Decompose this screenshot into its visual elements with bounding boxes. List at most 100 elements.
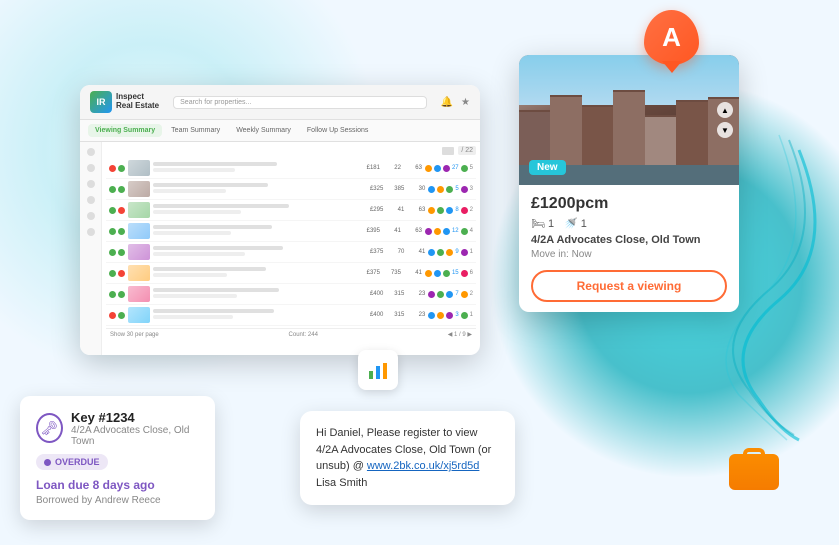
row-num-21: 23: [407, 291, 425, 297]
row-num-11: 41: [383, 228, 401, 234]
property-info: £1200pcm 🛏 1 🚿 1 4/2A Advocates Close, O…: [519, 185, 739, 312]
crm-body: / 22 £181 22 63: [80, 142, 480, 355]
crm-pagination: Show 30 per page Count: 244 ◀ 1 / 9 ▶: [106, 328, 476, 340]
key-location: 4/2A Advocates Close, Old Town: [71, 425, 199, 447]
borrowed-by: Andrew Reece: [95, 495, 161, 506]
row-num-10: £395: [362, 228, 380, 234]
table-row: £325 385 30 5 3: [106, 179, 476, 200]
key-card-title-block: Key #1234 4/2A Advocates Close, Old Town: [71, 410, 199, 447]
row-text-6: [153, 267, 359, 279]
sms-link[interactable]: www.2bk.co.uk/xj5rd5d: [367, 460, 480, 472]
table-row: £400 315 23 7 2: [106, 284, 476, 305]
crm-logo-icon: IR: [90, 91, 112, 113]
sidebar-dot-1: [87, 148, 95, 156]
stats-icon: [358, 350, 398, 390]
row-num-6: 30: [407, 186, 425, 192]
crm-titlebar: IR InspectReal Estate Search for propert…: [80, 85, 480, 120]
property-image: New ▲ ▼: [519, 55, 739, 185]
row-num-17: 735: [383, 270, 401, 276]
property-movein: Move in: Now: [531, 249, 727, 260]
bath-number: 1: [581, 218, 587, 230]
tab-viewing-summary[interactable]: Viewing Summary: [88, 124, 162, 137]
row-num-2: 22: [383, 165, 401, 171]
overdue-label: OVERDUE: [55, 457, 100, 467]
sms-sender: Lisa Smith: [316, 477, 367, 489]
row-text-8: [153, 309, 362, 321]
table-row: £181 22 63 27 5: [106, 158, 476, 179]
bath-icon: 🚿: [564, 217, 578, 230]
sidebar-dot-5: [87, 212, 95, 220]
row-num-19: £400: [365, 291, 383, 297]
nav-arrow-up[interactable]: ▲: [717, 102, 733, 118]
new-badge: New: [529, 160, 566, 175]
movein-value: Now: [572, 249, 592, 260]
row-num-3: 63: [404, 165, 422, 171]
bed-number: 1: [548, 218, 554, 230]
row-num-1: £181: [362, 165, 380, 171]
row-dots-2: 5 3: [428, 186, 473, 193]
crm-logo-text: InspectReal Estate: [116, 93, 159, 111]
row-img-2: [128, 181, 150, 197]
sms-message: Hi Daniel, Please register to view 4/2A …: [316, 425, 499, 491]
request-viewing-button[interactable]: Request a viewing: [531, 270, 727, 302]
table-row: £375 70 41 9 1: [106, 242, 476, 263]
crm-search-bar[interactable]: Search for properties...: [173, 96, 426, 109]
property-address: 4/2A Advocates Close, Old Town: [531, 234, 727, 246]
table-row: £395 41 63 12 4: [106, 221, 476, 242]
crm-logo: IR InspectReal Estate: [90, 91, 159, 113]
row-num-4: £325: [365, 186, 383, 192]
tab-team-summary[interactable]: Team Summary: [164, 124, 227, 137]
sms-card: Hi Daniel, Please register to view 4/2A …: [300, 411, 515, 505]
row-num-13: £375: [365, 249, 383, 255]
crm-nav-tabs: Viewing Summary Team Summary Weekly Summ…: [80, 120, 480, 142]
bath-count: 🚿 1: [564, 217, 587, 230]
row-num-22: £400: [365, 312, 383, 318]
briefcase-icon: [729, 448, 779, 490]
crm-star-icon: ★: [461, 97, 470, 108]
table-row: £375 735 41 15 6: [106, 263, 476, 284]
crm-window: IR InspectReal Estate Search for propert…: [80, 85, 480, 355]
row-text-3: [153, 204, 362, 216]
loan-borrowed: Borrowed by Andrew Reece: [36, 495, 199, 506]
row-num-5: 385: [386, 186, 404, 192]
row-text-1: [153, 162, 359, 174]
stats-svg: [367, 359, 389, 381]
row-img-8: [128, 307, 150, 323]
row-img-6: [128, 265, 150, 281]
row-num-24: 23: [407, 312, 425, 318]
crm-notification-icon: 🔔: [441, 97, 453, 108]
row-num-18: 41: [404, 270, 422, 276]
table-row: £400 315 23 3 1: [106, 305, 476, 326]
row-text-4: [153, 225, 359, 237]
row-text-5: [153, 246, 362, 258]
pagination-count: Count: 244: [289, 332, 318, 338]
bed-icon: 🛏: [531, 217, 545, 230]
row-num-12: 63: [404, 228, 422, 234]
tab-followup-sessions[interactable]: Follow Up Sessions: [300, 124, 375, 137]
row-num-7: £295: [365, 207, 383, 213]
row-num-8: 41: [386, 207, 404, 213]
nav-arrows: ▲ ▼: [717, 102, 733, 138]
row-dots-8: 3 1: [428, 312, 473, 319]
overdue-badge: OVERDUE: [36, 454, 108, 470]
app-icon-container: A: [644, 10, 699, 75]
toolbar-count: / 22: [458, 146, 476, 155]
tab-weekly-summary[interactable]: Weekly Summary: [229, 124, 298, 137]
row-img-7: [128, 286, 150, 302]
row-img-1: [128, 160, 150, 176]
loan-due-text: Loan due 8 days ago: [36, 478, 199, 492]
nav-arrow-down[interactable]: ▼: [717, 122, 733, 138]
property-features: 🛏 1 🚿 1: [531, 217, 727, 230]
property-price: £1200pcm: [531, 195, 727, 213]
row-text-7: [153, 288, 362, 300]
key-symbol: 🗝: [41, 420, 59, 437]
row-img-4: [128, 223, 150, 239]
crm-sidebar: [80, 142, 102, 355]
row-dots-3: 8 2: [428, 207, 473, 214]
overdue-dot: [44, 459, 51, 466]
row-dots-6: 15 6: [425, 270, 473, 277]
row-num-23: 315: [386, 312, 404, 318]
row-num-9: 63: [407, 207, 425, 213]
toolbar-icon-1: [442, 147, 454, 155]
briefcase-body: [729, 454, 779, 490]
